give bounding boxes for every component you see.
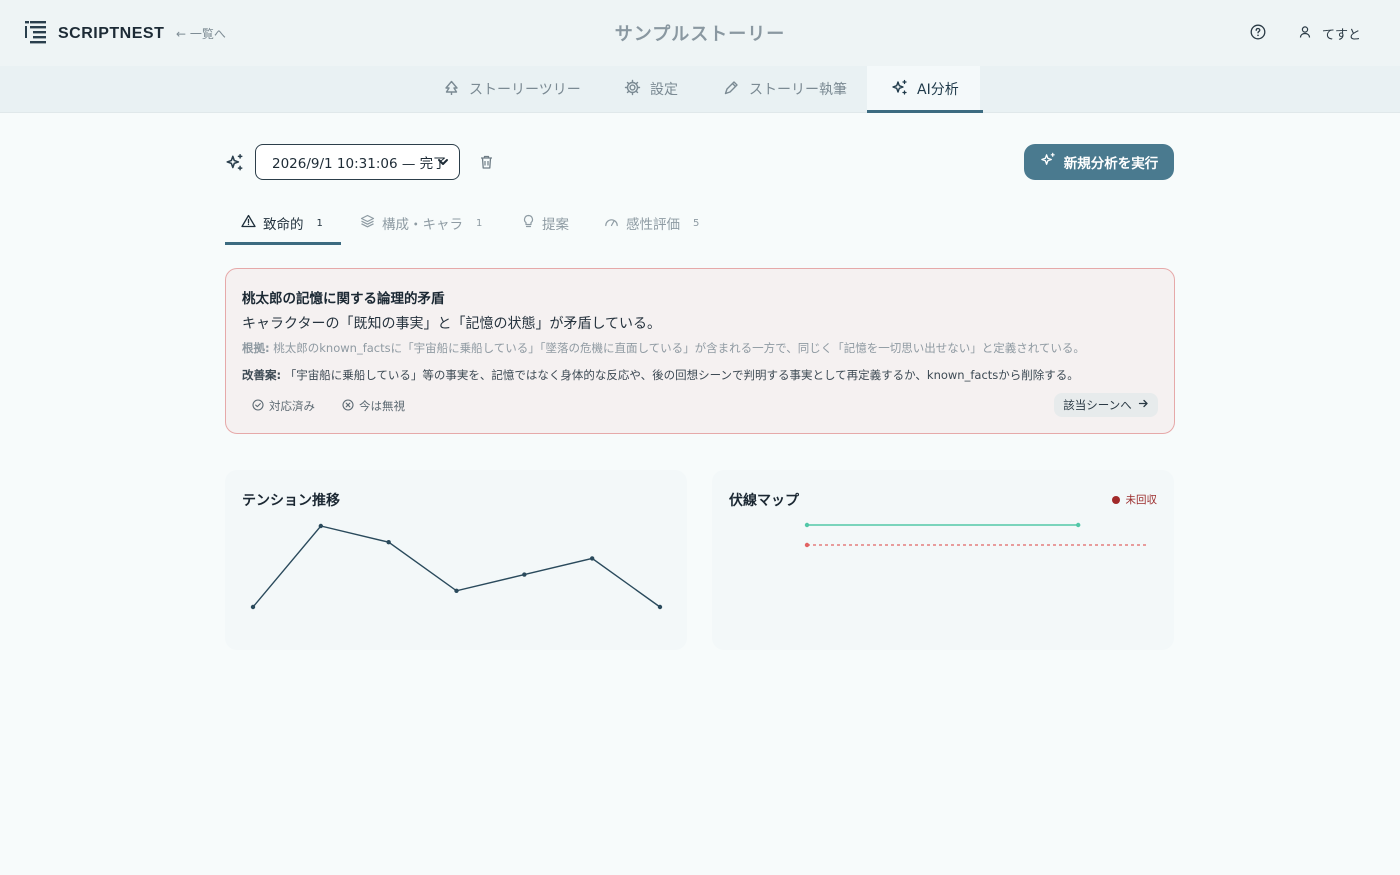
analysis-run-select[interactable]: 2026/9/1 10:31:06 — 完了	[255, 144, 460, 180]
selected-run: 2026/9/1 10:31:06 — 完了	[272, 156, 447, 172]
issue-fix: 改善案: 「宇宙船に乗船している」等の事実を、記憶ではなく身体的な反応や、後の回…	[242, 367, 1079, 383]
thread-start-point	[804, 522, 810, 528]
tab-story-tree[interactable]: ストーリーツリー	[443, 66, 581, 112]
tab-story-writing[interactable]: ストーリー執筆	[723, 66, 847, 112]
tree-icon	[443, 79, 460, 100]
evidence-label: 根拠:	[242, 341, 270, 355]
issue-description: キャラクターの「既知の事実」と「記憶の状態」が矛盾している。	[242, 316, 662, 332]
check-circle-icon	[252, 398, 264, 414]
subtab-suggestions[interactable]: 提案	[522, 204, 569, 242]
thread-start-point	[804, 542, 810, 548]
subtab-label: 構成・キャラ	[382, 217, 463, 233]
user-icon	[1298, 25, 1312, 43]
sparkle-icon	[225, 153, 244, 176]
sparkle-icon	[1040, 152, 1056, 172]
warning-icon	[241, 214, 256, 232]
tension-point	[454, 588, 459, 593]
tension-line	[252, 525, 661, 608]
arrow-right-icon	[1138, 398, 1149, 412]
delete-run-button[interactable]	[479, 154, 494, 174]
fix-label: 改善案:	[242, 368, 282, 382]
trash-icon	[479, 155, 494, 174]
help-icon	[1250, 24, 1266, 44]
tab-label: AI分析	[917, 82, 959, 98]
subtab-label: 感性評価	[626, 217, 680, 233]
tab-label: ストーリーツリー	[469, 82, 581, 98]
subtab-structure-character[interactable]: 構成・キャラ 1	[360, 204, 482, 242]
layers-icon	[360, 214, 375, 232]
thread-end-point	[1076, 522, 1081, 528]
tension-point	[250, 604, 256, 610]
resolved-label: 対応済み	[269, 399, 315, 413]
analysis-controls: 2026/9/1 10:31:06 — 完了 新規分析を実行	[225, 144, 1175, 181]
tab-label: 設定	[650, 82, 678, 98]
issue-evidence: 根拠: 桃太郎のknown_factsに「宇宙船に乗船している」「墜落の危機に直…	[242, 340, 1085, 356]
tension-chart	[250, 523, 663, 610]
evidence-text: 桃太郎のknown_factsに「宇宙船に乗船している」「墜落の危機に直面してい…	[273, 341, 1085, 355]
help-button[interactable]	[1250, 24, 1266, 40]
subtab-critical[interactable]: 致命的 1	[241, 204, 323, 242]
story-title: サンプルストーリー	[614, 24, 786, 45]
issue-title: 桃太郎の記憶に関する論理的矛盾	[242, 291, 445, 307]
subtab-label: 提案	[542, 217, 569, 233]
mark-resolved-button[interactable]: 対応済み	[252, 398, 315, 414]
goto-label: 該当シーンへ	[1063, 398, 1132, 412]
pen-icon	[723, 79, 740, 100]
user-menu[interactable]: てすと	[1298, 24, 1361, 43]
tab-settings[interactable]: 設定	[624, 66, 678, 112]
subtab-count: 1	[316, 217, 323, 229]
gear-icon	[624, 79, 641, 100]
tab-label: ストーリー執筆	[749, 82, 847, 98]
tension-point	[657, 604, 663, 610]
top-bar: SCRIPTNEST ← 一覧へ サンプルストーリー てすと	[0, 0, 1400, 66]
issue-card: 桃太郎の記憶に関する論理的矛盾 キャラクターの「既知の事実」と「記憶の状態」が矛…	[225, 268, 1175, 434]
run-button-label: 新規分析を実行	[1063, 156, 1159, 172]
tension-point	[589, 556, 595, 561]
foreshadow-chart	[804, 522, 1146, 548]
user-name: てすと	[1322, 28, 1362, 43]
gauge-icon	[604, 215, 619, 232]
run-new-analysis-button[interactable]: 新規分析を実行	[1024, 144, 1174, 180]
ignore-button[interactable]: 今は無視	[342, 398, 405, 414]
x-circle-icon	[342, 398, 354, 414]
subtab-count: 1	[476, 217, 483, 229]
issue-category-tabs: 致命的 1 構成・キャラ 1 提案 感性評価 5	[225, 204, 1175, 245]
tension-point	[318, 523, 324, 529]
active-subtab-indicator	[225, 242, 341, 245]
subtab-count: 5	[693, 217, 700, 229]
subtab-sensibility[interactable]: 感性評価 5	[604, 204, 699, 242]
tension-panel: テンション推移	[225, 470, 687, 650]
chevron-down-icon	[437, 156, 449, 172]
ignore-label: 今は無視	[359, 399, 405, 413]
tension-point	[386, 540, 391, 545]
foreshadow-panel: 伏線マップ 未回収	[712, 470, 1174, 650]
subtab-label: 致命的	[263, 217, 304, 233]
sparkle-icon	[891, 79, 908, 100]
lightbulb-icon	[522, 214, 535, 233]
tab-ai-analysis[interactable]: AI分析	[867, 66, 983, 113]
goto-scene-button[interactable]: 該当シーンへ	[1054, 393, 1158, 417]
fix-text: 「宇宙船に乗船している」等の事実を、記憶ではなく身体的な反応や、後の回想シーンで…	[284, 368, 1079, 382]
tension-point	[522, 572, 527, 577]
main-tab-bar	[0, 66, 1400, 113]
